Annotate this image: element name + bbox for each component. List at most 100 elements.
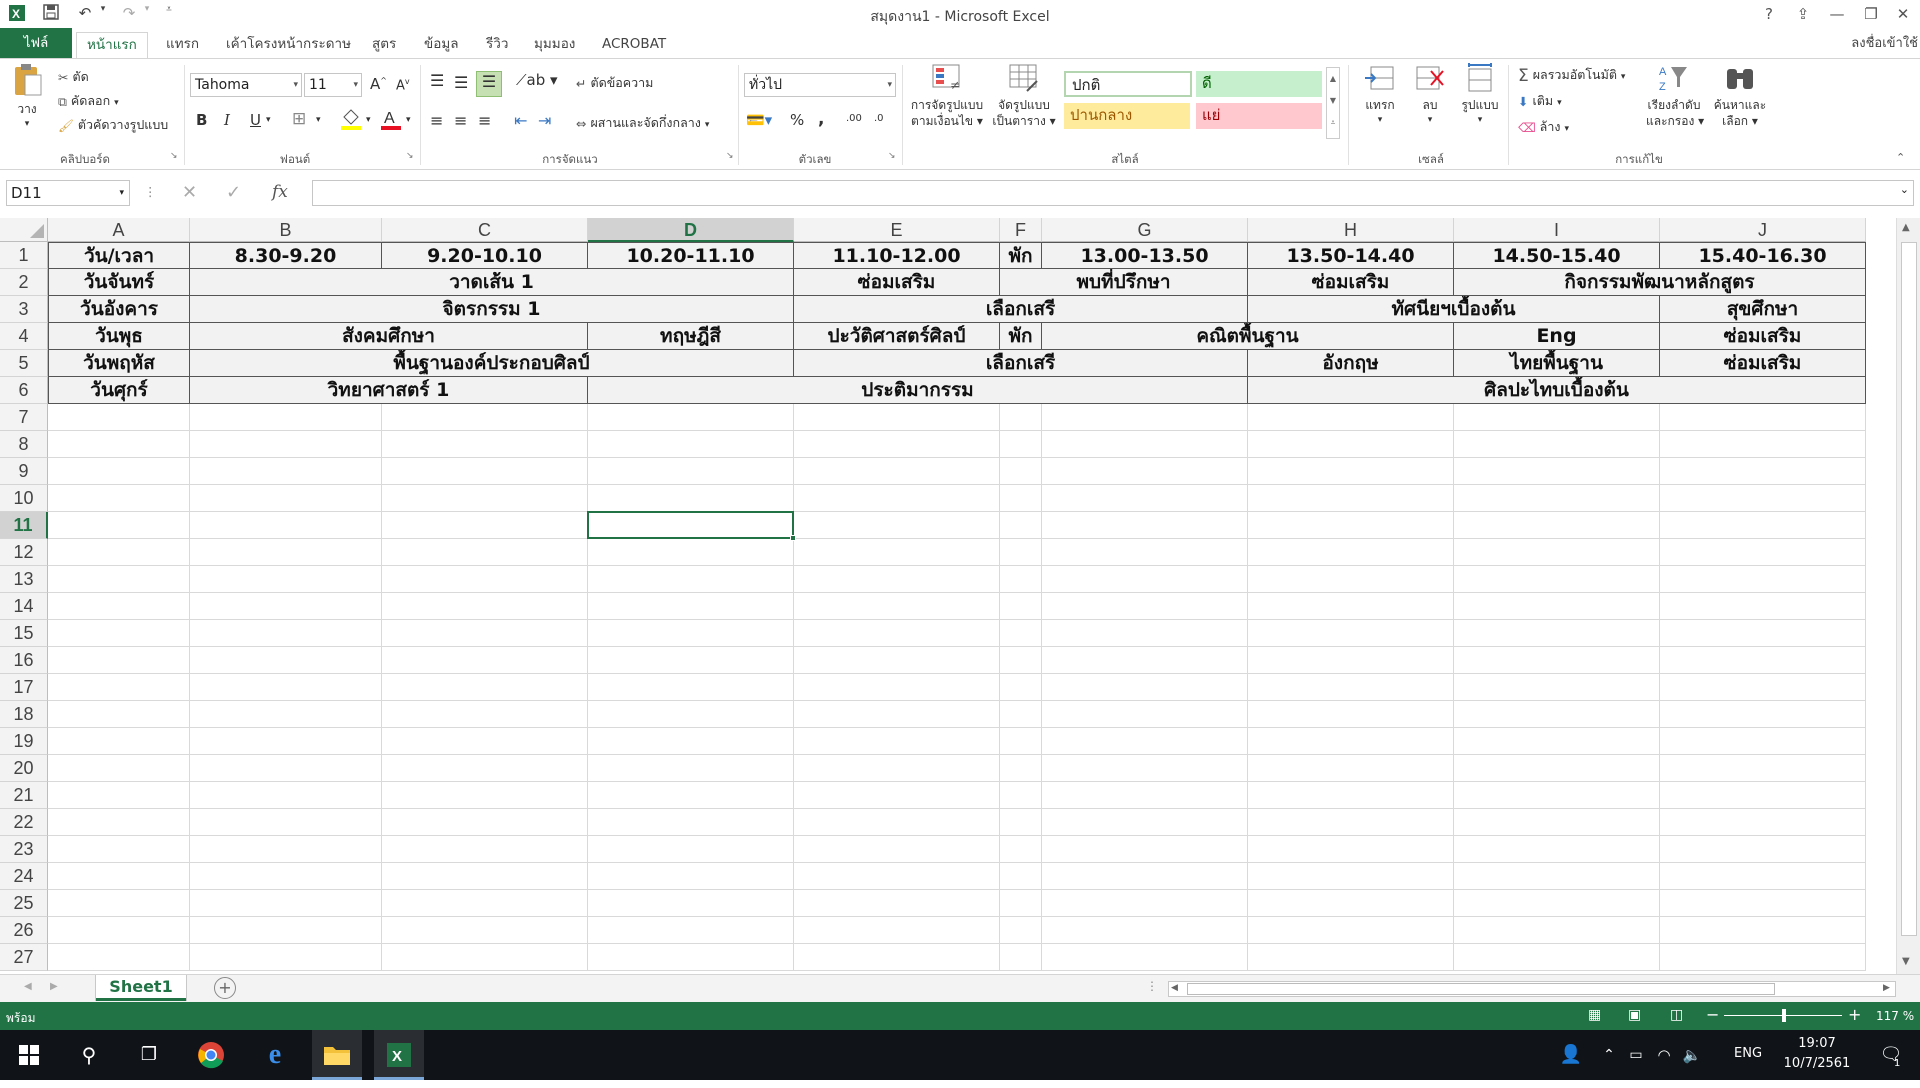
tab-home[interactable]: หน้าแรก [76,32,148,58]
task-view-icon[interactable]: ❐ [124,1030,174,1080]
ribbon-display-options-icon[interactable]: ⇪ [1786,2,1820,26]
row-header-16[interactable]: 16 [0,647,48,674]
number-format-dropdown[interactable]: ทั่วไป ▾ [744,73,896,97]
column-header-e[interactable]: E [794,218,1000,242]
align-center-icon[interactable]: ≡ [454,111,467,130]
conditional-formatting-button[interactable]: ≠ การจัดรูปแบบ ตามเงื่อนไข ▾ [906,63,988,129]
cell-h6[interactable]: ศิลปะไทบเบื้องต้น [1248,377,1866,404]
insert-function-button[interactable]: fx [272,182,288,202]
formula-input[interactable]: ⌄ [312,180,1914,206]
font-name-dropdown[interactable]: Tahoma ▾ [190,73,302,97]
cell-b1[interactable]: 8.30-9.20 [190,242,382,269]
clear-button[interactable]: ⌫ ล้าง ▾ [1518,117,1569,137]
select-all-button[interactable] [0,218,48,242]
cell-f2[interactable]: พบที่ปรึกษา [1000,269,1248,296]
row-header-10[interactable]: 10 [0,485,48,512]
column-header-j[interactable]: J [1660,218,1866,242]
page-layout-view-icon[interactable]: ▣ [1628,1007,1641,1023]
zoom-in-button[interactable]: + [1848,1005,1861,1024]
format-cells-button[interactable]: รูปแบบ ▾ [1458,63,1502,125]
cell-j1[interactable]: 15.40-16.30 [1660,242,1866,269]
row-header-3[interactable]: 3 [0,296,48,323]
show-hidden-icons[interactable]: ⌃ [1596,1030,1622,1080]
fill-color-button[interactable] [340,107,362,134]
increase-decimal-button[interactable]: .00 [846,113,862,124]
currency-icon[interactable]: 💳▾ [746,111,772,129]
tab-acrobat[interactable]: ACROBAT [592,32,676,58]
new-sheet-icon[interactable]: + [214,977,236,999]
row-header-18[interactable]: 18 [0,701,48,728]
normal-view-icon[interactable]: ▦ [1588,1007,1601,1023]
cell-a4[interactable]: วันพุธ [48,323,190,350]
font-size-dropdown[interactable]: 11 ▾ [304,73,362,97]
font-color-button[interactable]: A [380,107,402,134]
clock-time[interactable]: 19:07 [1776,1036,1858,1051]
tab-insert[interactable]: แทรก [156,32,209,58]
column-header-a[interactable]: A [48,218,190,242]
minimize-button[interactable]: — [1820,2,1854,26]
row-header-19[interactable]: 19 [0,728,48,755]
cell-e1[interactable]: 11.10-12.00 [794,242,1000,269]
row-header-8[interactable]: 8 [0,431,48,458]
tab-review[interactable]: รีวิว [476,32,518,58]
scroll-right-icon[interactable]: ▶ [1883,983,1890,993]
cell-j4[interactable]: ซ่อมเสริม [1660,323,1866,350]
cell-a3[interactable]: วันอังคาร [48,296,190,323]
style-good[interactable]: ดี [1196,71,1322,97]
italic-button[interactable]: I [224,111,230,129]
row-header-2[interactable]: 2 [0,269,48,296]
row-header-26[interactable]: 26 [0,917,48,944]
align-bottom-icon[interactable]: ☰ [476,71,502,97]
align-middle-icon[interactable]: ☰ [454,73,468,92]
cell-b4[interactable]: สังคมศึกษา [190,323,588,350]
wifi-icon[interactable]: ◠ [1650,1030,1678,1080]
cell-j3[interactable]: สุขศึกษา [1660,296,1866,323]
comma-button[interactable]: , [818,109,824,129]
excel-taskbar-icon[interactable]: X [374,1030,424,1080]
cell-f1[interactable]: พัก [1000,242,1042,269]
column-header-h[interactable]: H [1248,218,1454,242]
cell-e2[interactable]: ซ่อมเสริม [794,269,1000,296]
scroll-left-icon[interactable]: ◀ [1171,983,1178,993]
prev-sheet-icon[interactable]: ◀ [24,981,32,992]
people-icon[interactable]: 👤 [1546,1030,1596,1080]
font-launcher-icon[interactable]: ↘ [406,151,414,161]
cell-d4[interactable]: ทฤษฎีสี [588,323,794,350]
cell-g4[interactable]: คณิตพื้นฐาน [1042,323,1454,350]
decrease-font-icon[interactable]: Av [396,77,410,93]
cell-d6[interactable]: ประติมากรรม [588,377,1248,404]
confirm-entry-icon[interactable]: ✓ [226,182,241,203]
battery-icon[interactable]: ▭ [1622,1030,1650,1080]
close-button[interactable]: ✕ [1886,2,1920,26]
row-header-7[interactable]: 7 [0,404,48,431]
cell-j5[interactable]: ซ่อมเสริม [1660,350,1866,377]
cell-h2[interactable]: ซ่อมเสริม [1248,269,1454,296]
underline-dropdown-icon[interactable]: ▾ [266,115,271,125]
decrease-indent-icon[interactable]: ⇤ [514,111,527,130]
tab-page-layout[interactable]: เค้าโครงหน้ากระดาษ [216,32,361,58]
action-center-icon[interactable]: 🗨 [1866,1030,1916,1080]
fill-handle[interactable] [790,535,796,541]
cell-i2[interactable]: กิจกรรมพัฒนาหลักสูตร [1454,269,1866,296]
align-top-icon[interactable]: ☰ [430,71,444,90]
file-explorer-icon[interactable] [312,1030,362,1080]
borders-dropdown-icon[interactable]: ▾ [316,115,321,125]
vertical-scroll-thumb[interactable] [1901,242,1917,936]
clipboard-launcher-icon[interactable]: ↘ [170,151,178,161]
row-header-5[interactable]: 5 [0,350,48,377]
find-select-button[interactable]: ค้นหาและ เลือก ▾ [1710,63,1770,129]
cell-h3[interactable]: ทัศนียฯเบื้องต้น [1248,296,1660,323]
cell-b5[interactable]: พื้นฐานองค์ประกอบศิลป์ [190,350,794,377]
sheet-tab-sheet1[interactable]: Sheet1 [96,975,186,1001]
collapse-ribbon-icon[interactable]: ⌃ [1896,151,1905,164]
cut-button[interactable]: ✂ ตัด [58,67,89,87]
column-header-g[interactable]: G [1042,218,1248,242]
help-button[interactable]: ? [1752,2,1786,26]
search-icon[interactable]: ⚲ [64,1030,114,1080]
sign-in-link[interactable]: ลงชื่อเข้าใช้ [1851,32,1918,53]
cell-i5[interactable]: ไทยพื้นฐาน [1454,350,1660,377]
decrease-decimal-button[interactable]: .0 [874,113,884,124]
input-language[interactable]: ENG [1734,1046,1762,1061]
cell-a5[interactable]: วันพฤหัส [48,350,190,377]
sort-filter-button[interactable]: AZ เรียงลำดับ และกรอง ▾ [1646,63,1704,129]
